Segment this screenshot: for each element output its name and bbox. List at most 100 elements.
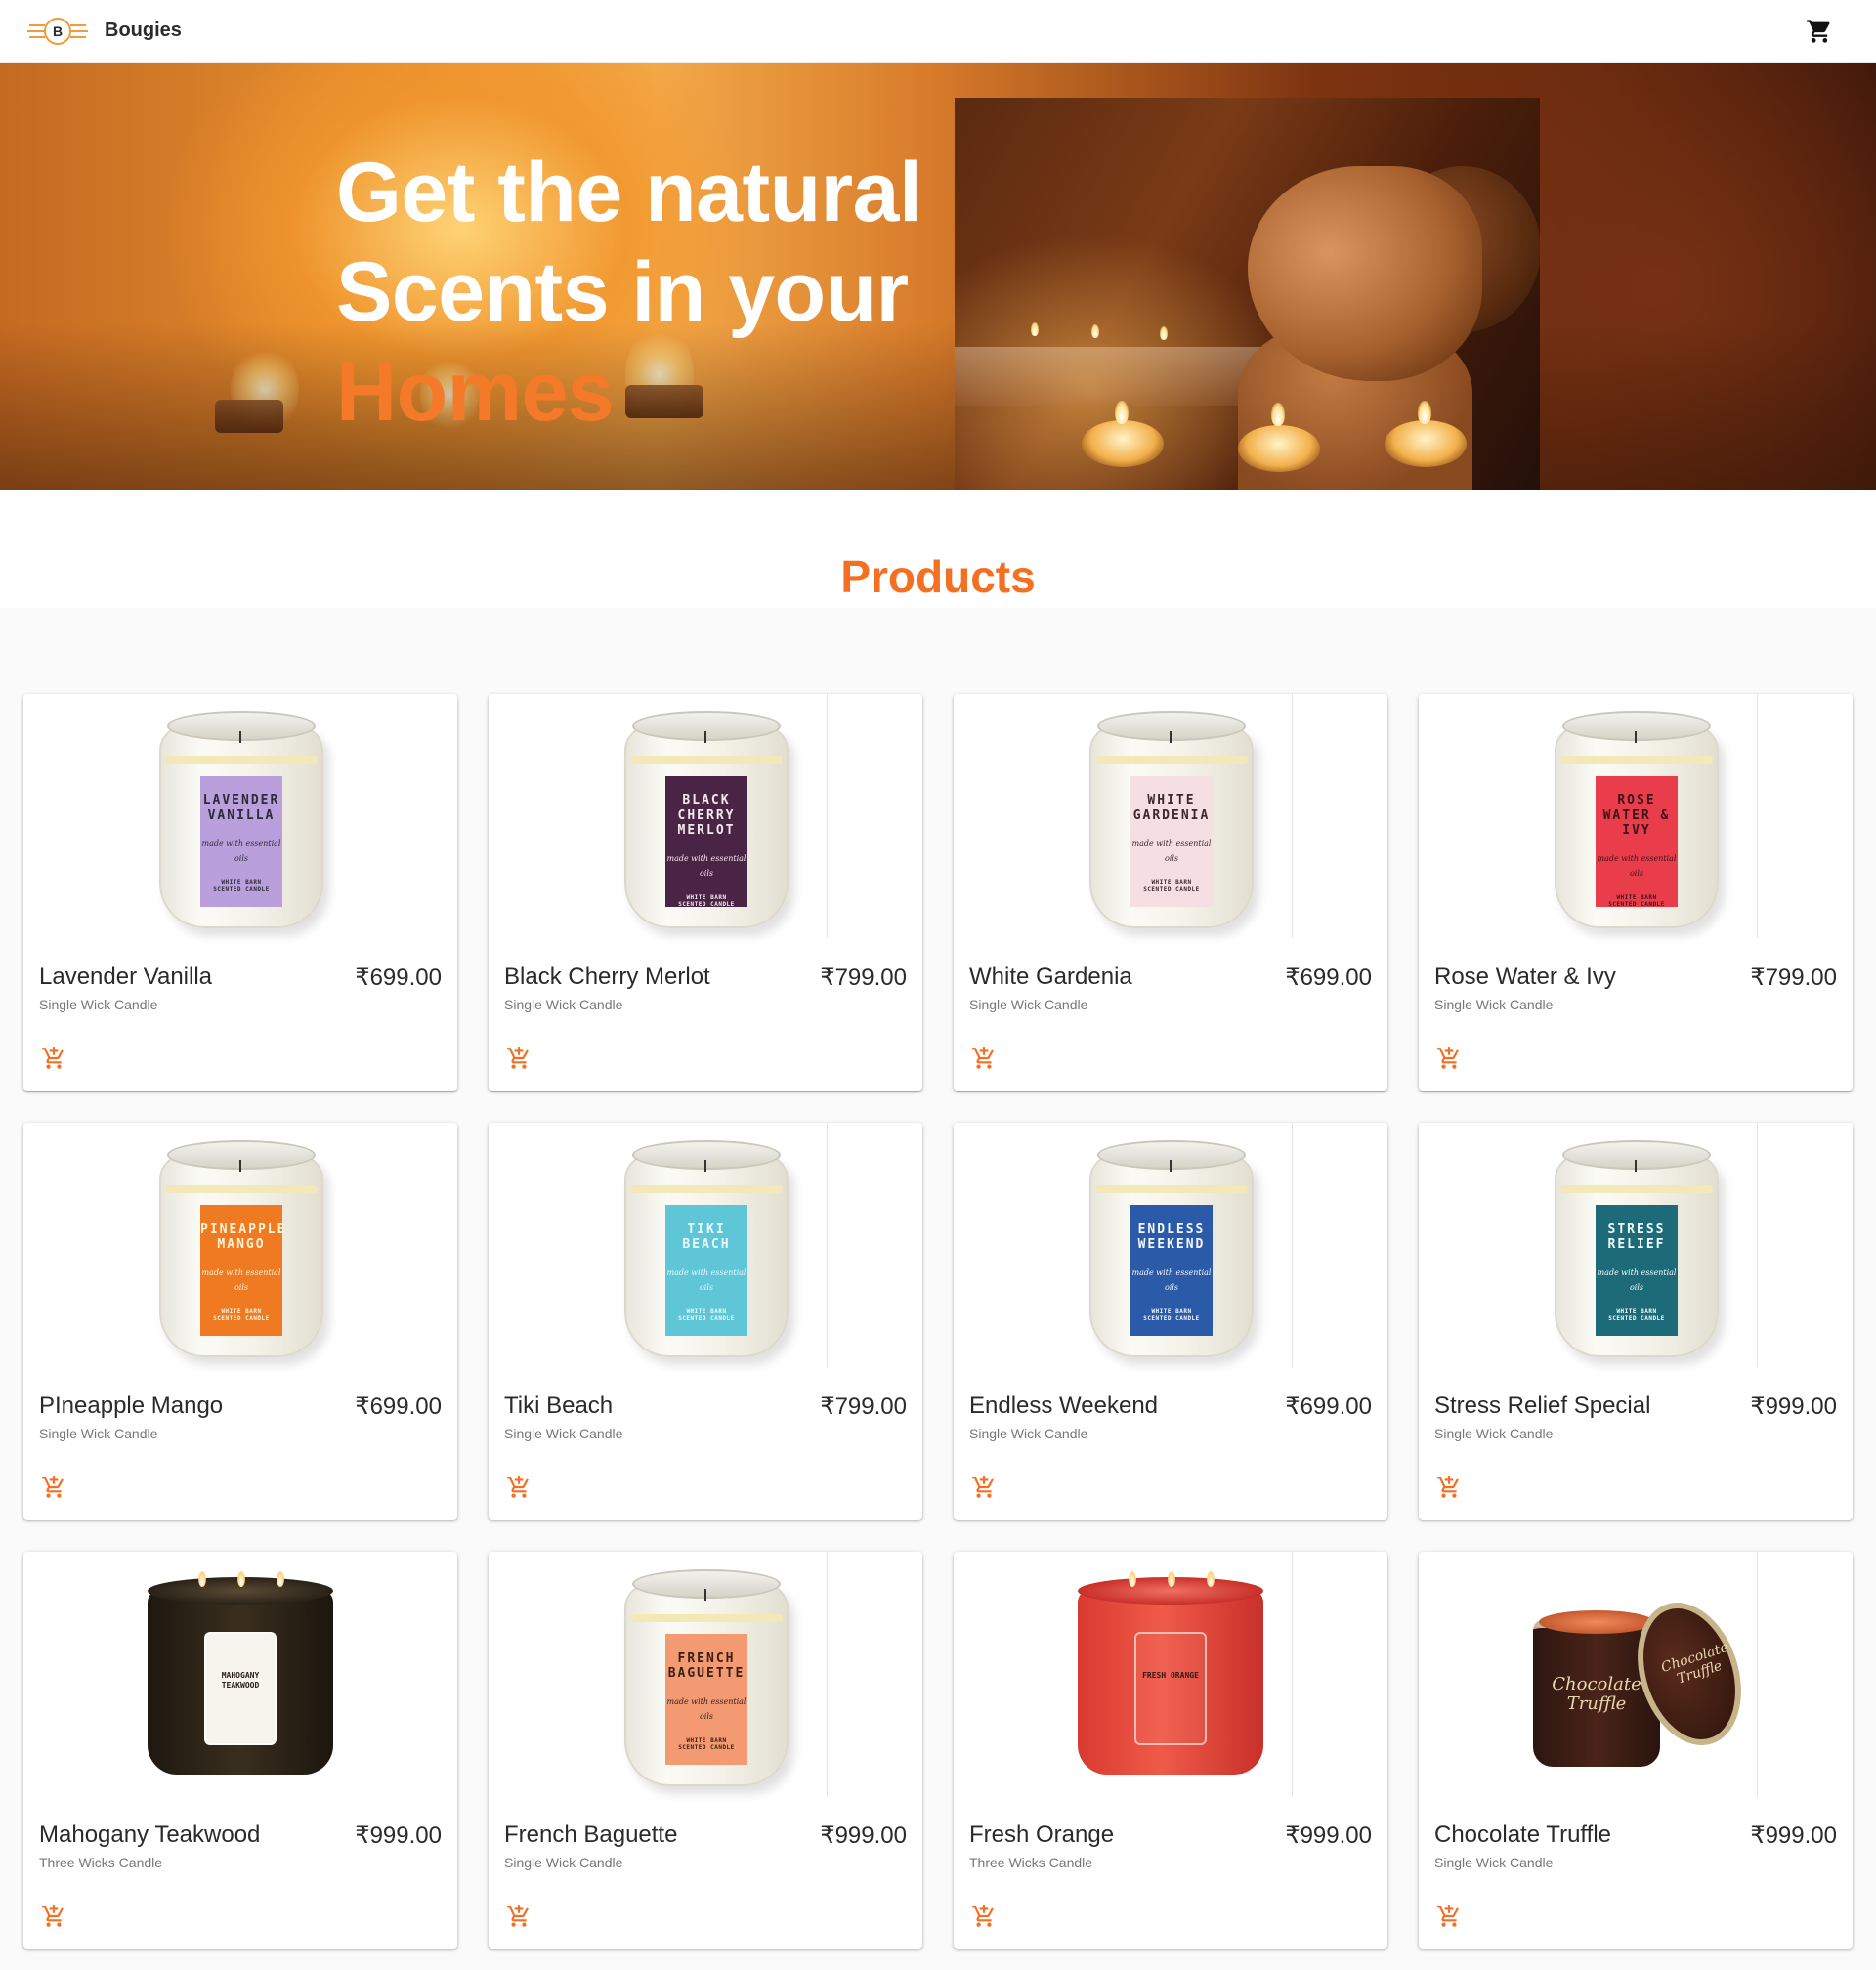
products-heading: Products	[840, 551, 1036, 602]
svg-text:B: B	[53, 23, 63, 39]
add-to-cart-icon[interactable]	[971, 1046, 997, 1071]
hero-photo	[955, 98, 1540, 490]
product-price: ₹799.00	[1750, 964, 1837, 991]
product-price: ₹699.00	[1285, 1393, 1372, 1420]
candle-label-text: PINEAPPLE MANGO	[200, 1222, 287, 1252]
product-type: Single Wick Candle	[504, 997, 623, 1012]
product-card[interactable]: MAHOGANY TEAKWOOD Mahogany Teakwood ₹999…	[23, 1552, 457, 1949]
add-to-cart-icon[interactable]	[506, 1046, 532, 1071]
three-wick-candle-image: MAHOGANY TEAKWOOD	[148, 1571, 333, 1777]
product-price: ₹999.00	[1285, 1822, 1372, 1849]
product-image[interactable]: PINEAPPLE MANGO made with essential oils…	[23, 1123, 457, 1367]
candle-jar-image: ROSE WATER & IVY made with essential oil…	[1555, 711, 1719, 930]
product-name[interactable]: White Gardenia	[969, 964, 1132, 991]
brand-name[interactable]: Bougies	[105, 20, 182, 42]
bougies-logo-icon[interactable]: B	[27, 14, 88, 49]
product-image[interactable]: FRENCH BAGUETTE made with essential oils…	[489, 1552, 922, 1796]
product-card[interactable]: FRENCH BAGUETTE made with essential oils…	[489, 1552, 922, 1949]
product-card[interactable]: LAVENDER VANILLA made with essential oil…	[23, 694, 457, 1091]
tealight-candle	[1385, 420, 1467, 467]
product-type: Single Wick Candle	[39, 997, 158, 1012]
product-name[interactable]: Mahogany Teakwood	[39, 1821, 260, 1849]
product-card[interactable]: FRESH ORANGE Fresh Orange ₹999.00 Three …	[954, 1552, 1387, 1949]
product-image[interactable]: ROSE WATER & IVY made with essential oil…	[1419, 694, 1853, 938]
product-image[interactable]: LAVENDER VANILLA made with essential oil…	[23, 694, 457, 938]
product-card[interactable]: Chocolate Truffle Chocolate Truffle Choc…	[1419, 1552, 1853, 1949]
candle-label-text: MAHOGANY TEAKWOOD	[221, 1671, 260, 1690]
candle-jar-image: ENDLESS WEEKEND made with essential oils…	[1089, 1140, 1254, 1359]
candle-jar-image: STRESS RELIEF made with essential oils W…	[1555, 1140, 1719, 1359]
product-image[interactable]: FRESH ORANGE	[954, 1552, 1387, 1796]
product-image[interactable]: TIKI BEACH made with essential oils WHIT…	[489, 1123, 922, 1367]
candle-label-text: BLACK CHERRY MERLOT	[677, 793, 736, 837]
product-image[interactable]: Chocolate Truffle Chocolate Truffle	[1419, 1552, 1853, 1796]
hero-line-3: Homes	[336, 345, 615, 439]
product-image[interactable]: WHITE GARDENIA made with essential oils …	[954, 694, 1387, 938]
product-name[interactable]: Stress Relief Special	[1434, 1392, 1650, 1420]
add-to-cart-icon[interactable]	[506, 1475, 532, 1500]
candle-tin-image: Chocolate Truffle Chocolate Truffle	[1533, 1581, 1759, 1777]
product-name[interactable]: Rose Water & Ivy	[1434, 964, 1616, 991]
product-price: ₹799.00	[820, 1393, 907, 1420]
product-type: Single Wick Candle	[39, 1426, 158, 1441]
candle-label-text: Chocolate Truffle	[1552, 1674, 1642, 1714]
product-price: ₹999.00	[355, 1822, 442, 1849]
candle-label-text: FRESH ORANGE	[1142, 1671, 1199, 1680]
product-image[interactable]: STRESS RELIEF made with essential oils W…	[1419, 1123, 1853, 1367]
add-to-cart-icon[interactable]	[506, 1904, 532, 1929]
add-to-cart-icon[interactable]	[41, 1475, 66, 1500]
product-name[interactable]: Endless Weekend	[969, 1392, 1158, 1420]
candle-jar-image: WHITE GARDENIA made with essential oils …	[1089, 711, 1254, 930]
product-name[interactable]: Chocolate Truffle	[1434, 1821, 1611, 1849]
add-to-cart-icon[interactable]	[1436, 1046, 1462, 1071]
flame-icon	[1160, 326, 1168, 340]
add-to-cart-icon[interactable]	[41, 1904, 66, 1929]
product-name[interactable]: French Baguette	[504, 1821, 677, 1849]
product-image[interactable]: BLACK CHERRY MERLOT made with essential …	[489, 694, 922, 938]
product-card[interactable]: ROSE WATER & IVY made with essential oil…	[1419, 694, 1853, 1091]
candle-label-text: ROSE WATER & IVY	[1602, 793, 1671, 837]
tealight-candle	[1238, 425, 1320, 472]
flame-icon	[1418, 401, 1431, 424]
product-image[interactable]: ENDLESS WEEKEND made with essential oils…	[954, 1123, 1387, 1367]
candle-label-text: STRESS RELIEF	[1607, 1222, 1666, 1252]
flame-icon	[1091, 324, 1099, 338]
product-card[interactable]: ENDLESS WEEKEND made with essential oils…	[954, 1123, 1387, 1520]
product-card[interactable]: BLACK CHERRY MERLOT made with essential …	[489, 694, 922, 1091]
add-to-cart-icon[interactable]	[971, 1475, 997, 1500]
product-type: Single Wick Candle	[1434, 1426, 1554, 1441]
candle-label-text: WHITE GARDENIA	[1132, 793, 1211, 823]
shopping-cart-icon[interactable]	[1806, 18, 1833, 45]
product-name[interactable]: Black Cherry Merlot	[504, 964, 710, 991]
product-name[interactable]: Fresh Orange	[969, 1821, 1114, 1849]
hero-line-1: Get the natural	[336, 146, 922, 239]
add-to-cart-icon[interactable]	[41, 1046, 66, 1071]
add-to-cart-icon[interactable]	[971, 1904, 997, 1929]
product-type: Three Wicks Candle	[969, 1855, 1093, 1870]
candle-jar-image: LAVENDER VANILLA made with essential oil…	[159, 711, 323, 930]
candle-jar-image: BLACK CHERRY MERLOT made with essential …	[624, 711, 789, 930]
product-name[interactable]: PIneapple Mango	[39, 1392, 223, 1420]
hero-headline: Get the natural Scents in your Homes	[336, 143, 922, 442]
product-name[interactable]: Lavender Vanilla	[39, 964, 212, 991]
product-image[interactable]: MAHOGANY TEAKWOOD	[23, 1552, 457, 1796]
product-type: Single Wick Candle	[1434, 1855, 1554, 1870]
candle-jar-image: FRENCH BAGUETTE made with essential oils…	[624, 1569, 789, 1788]
product-name[interactable]: Tiki Beach	[504, 1392, 613, 1420]
app-bar: B Bougies	[0, 0, 1876, 63]
add-to-cart-icon[interactable]	[1436, 1904, 1462, 1929]
product-card[interactable]: STRESS RELIEF made with essential oils W…	[1419, 1123, 1853, 1520]
flame-icon	[1271, 403, 1285, 426]
product-type: Single Wick Candle	[969, 1426, 1088, 1441]
product-type: Single Wick Candle	[504, 1855, 623, 1870]
add-to-cart-icon[interactable]	[1436, 1475, 1462, 1500]
candle-label-text: FRENCH BAGUETTE	[667, 1651, 746, 1681]
product-type: Three Wicks Candle	[39, 1855, 163, 1870]
candle-label-text: LAVENDER VANILLA	[202, 793, 280, 823]
product-price: ₹999.00	[1750, 1393, 1837, 1420]
product-price: ₹699.00	[355, 1393, 442, 1420]
product-card[interactable]: PINEAPPLE MANGO made with essential oils…	[23, 1123, 457, 1520]
candle-label-text: TIKI BEACH	[682, 1222, 731, 1252]
product-card[interactable]: TIKI BEACH made with essential oils WHIT…	[489, 1123, 922, 1520]
product-card[interactable]: WHITE GARDENIA made with essential oils …	[954, 694, 1387, 1091]
